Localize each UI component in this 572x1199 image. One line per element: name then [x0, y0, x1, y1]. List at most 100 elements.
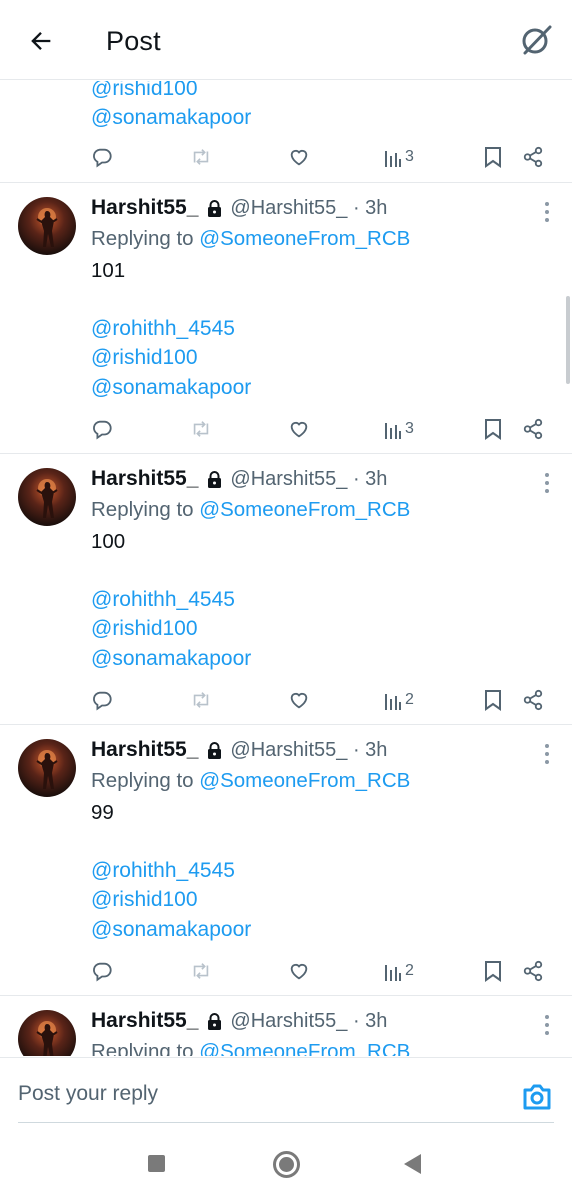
tweet-text: 101: [91, 259, 126, 282]
display-name[interactable]: Harshit55_: [91, 738, 198, 762]
tweet[interactable]: Harshit55_ @Harshit55_ · 3h Replying to …: [0, 996, 572, 1056]
reply-icon: [93, 148, 112, 168]
mention-link[interactable]: @rishid100: [91, 614, 532, 643]
more-options-icon[interactable]: [544, 743, 550, 765]
reply-button[interactable]: [91, 687, 113, 713]
more-options-icon[interactable]: [544, 472, 550, 494]
replying-to-link[interactable]: @SomeoneFrom_RCB: [199, 227, 410, 250]
scrollbar[interactable]: [566, 296, 570, 384]
repost-button[interactable]: [189, 687, 213, 713]
reply-button[interactable]: [91, 416, 113, 442]
repost-icon: [193, 692, 209, 708]
replying-prefix: Replying to: [91, 498, 200, 521]
tweet-actions: 3: [91, 144, 548, 170]
home-button[interactable]: [273, 1151, 300, 1178]
display-name[interactable]: Harshit55_: [91, 1009, 198, 1033]
mention-link[interactable]: @rohithh_4545: [91, 856, 532, 885]
handle-time: @Harshit55_ · 3h: [230, 196, 388, 219]
tweet[interactable]: Harshit55_ @Harshit55_ · 3h Replying to …: [0, 454, 572, 725]
handle-time: @Harshit55_ · 3h: [230, 1009, 388, 1032]
bar-chart-icon: [385, 694, 401, 710]
tweet-actions: 2: [91, 958, 548, 984]
bookmark-button[interactable]: [483, 687, 503, 713]
repost-button[interactable]: [189, 416, 213, 442]
share-button[interactable]: [522, 416, 544, 442]
bookmark-button[interactable]: [483, 958, 503, 984]
bookmark-icon: [485, 961, 501, 982]
bookmark-icon: [485, 690, 501, 711]
repost-icon: [193, 149, 209, 165]
bookmark-icon: [485, 147, 501, 168]
replying-prefix: Replying to: [91, 227, 200, 250]
views-count: 3: [405, 420, 414, 437]
share-button[interactable]: [522, 687, 544, 713]
handle-time: @Harshit55_ · 3h: [230, 738, 388, 761]
mention-link[interactable]: @sonamakapoor: [91, 644, 532, 673]
bar-chart-icon: [385, 151, 401, 167]
replying-to-link[interactable]: @SomeoneFrom_RCB: [199, 498, 410, 521]
page-title: Post: [106, 26, 161, 56]
bar-chart-icon: [385, 423, 401, 439]
bookmark-button[interactable]: [483, 416, 503, 442]
bookmark-button[interactable]: [483, 144, 503, 170]
repost-icon: [193, 963, 209, 979]
like-button[interactable]: [288, 687, 310, 713]
repost-button[interactable]: [189, 958, 213, 984]
mention-link[interactable]: @sonamakapoor: [91, 915, 532, 944]
bookmark-icon: [485, 419, 501, 440]
share-icon: [523, 960, 543, 982]
reply-button[interactable]: [91, 144, 113, 170]
views-button[interactable]: 2: [384, 687, 414, 713]
system-back-button[interactable]: [404, 1154, 421, 1174]
share-icon: [523, 689, 543, 711]
mention-link[interactable]: @sonamakapoor: [91, 103, 251, 132]
reply-button[interactable]: [91, 958, 113, 984]
avatar[interactable]: [18, 468, 76, 526]
grok-slash-circle-icon[interactable]: [518, 22, 554, 58]
tweet[interactable]: Harshit55_ @Harshit55_ · 3h Replying to …: [0, 725, 572, 996]
bar-chart-icon: [385, 965, 401, 981]
replying-to: Replying to @SomeoneFrom_RCB: [91, 766, 532, 796]
share-icon: [523, 418, 543, 440]
avatar[interactable]: [18, 739, 76, 797]
display-name[interactable]: Harshit55_: [91, 196, 198, 220]
mention-link[interactable]: @sonamakapoor: [91, 373, 532, 402]
reply-icon: [93, 962, 112, 982]
replying-to: Replying to @SomeoneFrom_RCB: [91, 1037, 532, 1056]
mention-link[interactable]: @rishid100: [91, 885, 532, 914]
share-button[interactable]: [522, 144, 544, 170]
reply-icon: [93, 420, 112, 440]
replying-to-link[interactable]: @SomeoneFrom_RCB: [199, 769, 410, 792]
mention-link[interactable]: @rohithh_4545: [91, 314, 532, 343]
avatar[interactable]: [18, 197, 76, 255]
views-button[interactable]: 3: [384, 144, 414, 170]
mention-link[interactable]: @rishid100: [91, 343, 532, 372]
share-icon: [523, 146, 543, 168]
like-button[interactable]: [288, 958, 310, 984]
tweet[interactable]: Harshit55_ @Harshit55_ · 3h Replying to …: [0, 183, 572, 454]
back-button[interactable]: [24, 24, 58, 58]
reply-input[interactable]: Post your reply: [18, 1082, 158, 1106]
views-button[interactable]: 2: [384, 958, 414, 984]
like-button[interactable]: [288, 416, 310, 442]
recents-button[interactable]: [148, 1155, 165, 1172]
reply-icon: [93, 691, 112, 711]
replying-to-link[interactable]: @SomeoneFrom_RCB: [199, 1040, 410, 1056]
views-button[interactable]: 3: [384, 416, 414, 442]
lock-icon: [207, 1012, 222, 1030]
heart-icon: [290, 963, 308, 980]
display-name[interactable]: Harshit55_: [91, 467, 198, 491]
avatar[interactable]: [18, 1010, 76, 1056]
mention-link[interactable]: @rohithh_4545: [91, 585, 532, 614]
repost-button[interactable]: [189, 144, 213, 170]
views-count: 2: [405, 691, 414, 708]
more-options-icon[interactable]: [544, 1014, 550, 1036]
share-button[interactable]: [522, 958, 544, 984]
camera-icon[interactable]: [520, 1080, 554, 1114]
like-button[interactable]: [288, 144, 310, 170]
tweet-text: 99: [91, 801, 114, 824]
repost-icon: [193, 421, 209, 437]
mention-link[interactable]: @rishid100: [91, 81, 251, 103]
tweet-partial[interactable]: @rishid100 @sonamakapoor 3: [0, 81, 572, 183]
more-options-icon[interactable]: [544, 201, 550, 223]
